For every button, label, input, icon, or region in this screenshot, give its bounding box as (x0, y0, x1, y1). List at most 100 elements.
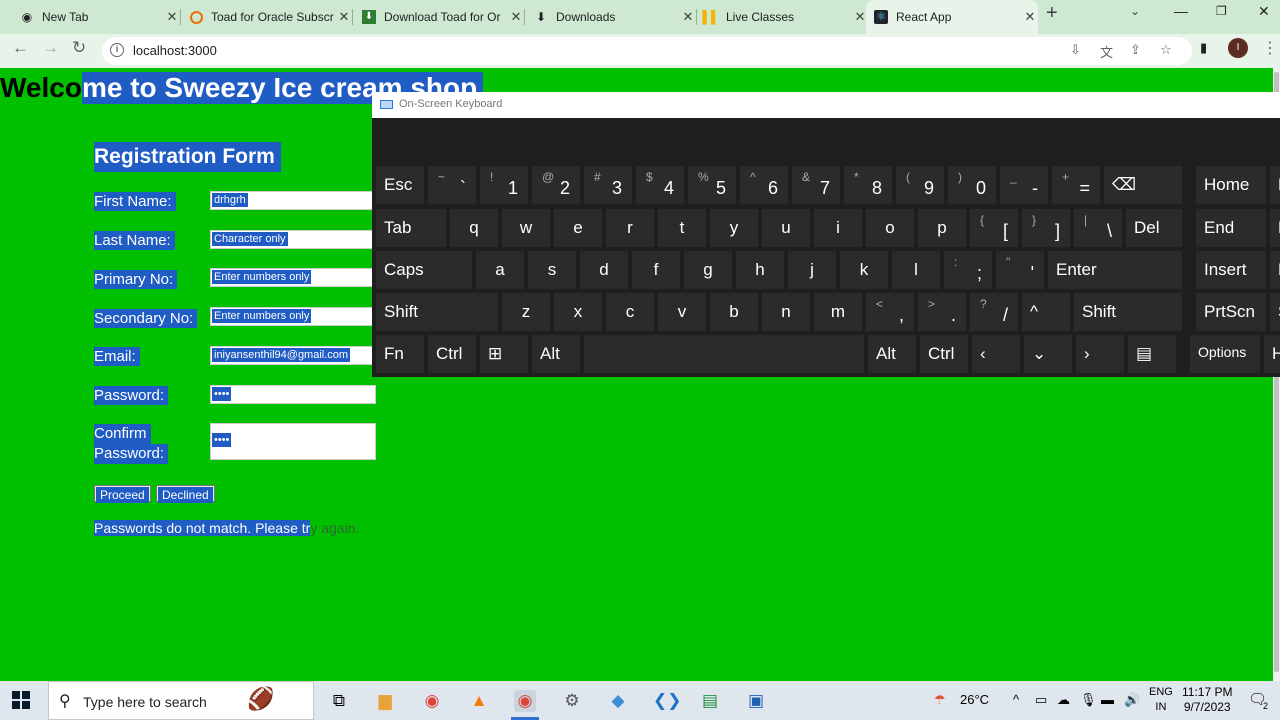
osk-key-row1-6[interactable]: % 5 (688, 166, 736, 204)
osk-key-row3-0[interactable]: Caps (376, 251, 472, 289)
osk-key-row2-9[interactable]: o (866, 209, 914, 247)
osk-title-bar[interactable]: On-Screen Keyboard (372, 92, 1280, 118)
osk-key-row1-3[interactable]: @2 (532, 166, 580, 204)
osk-key-row4-0[interactable]: Shift (376, 293, 498, 331)
file-explorer-icon[interactable]: ▆ (374, 690, 396, 712)
temperature-text[interactable]: 26°C (960, 692, 989, 707)
rdp-app-icon[interactable]: ▣ (745, 690, 767, 712)
back-arrow-icon[interactable]: ← (12, 38, 29, 58)
tab-downloads[interactable]: ⬇ Downloads ✕ (526, 0, 697, 34)
tab-toad-subscription[interactable]: Toad for Oracle Subscr ✕ (182, 0, 353, 34)
osk-key-row1-14[interactable]: ⌫ (1104, 166, 1182, 204)
task-view-icon[interactable]: ⧉ (328, 690, 350, 712)
osk-key-row2-1[interactable]: q (450, 209, 498, 247)
osk-key-row2-6[interactable]: y (710, 209, 758, 247)
proceed-button[interactable]: Proceed (94, 485, 151, 503)
osk-key-row4-12[interactable]: Shift (1074, 293, 1182, 331)
osk-key-row2-15[interactable]: End (1196, 209, 1266, 247)
osk-key-row1-0[interactable]: Esc (376, 166, 424, 204)
battery-icon[interactable]: ▬ (1101, 692, 1114, 707)
osk-key-row1-9[interactable]: * 8 (844, 166, 892, 204)
translate-icon[interactable]: 文 (1100, 42, 1113, 61)
osk-key-row2-12[interactable]: }] (1022, 209, 1070, 247)
chrome-active-taskbar-icon[interactable]: ◉ (514, 690, 536, 712)
osk-key-row3-14[interactable]: Pa (1270, 251, 1280, 289)
tab-live-classes[interactable]: ▌▌ Live Classes ✕ (698, 0, 868, 34)
first-name-input[interactable]: drhgrh (210, 191, 376, 210)
language-indicator[interactable]: ENG IN (1149, 685, 1173, 715)
tab-new-tab[interactable]: ◉ New Tab ✕ (10, 0, 181, 34)
osk-key-row2-3[interactable]: e (554, 209, 602, 247)
weather-icon[interactable]: ☂ (934, 692, 946, 708)
osk-key-row1-8[interactable]: & 7 (792, 166, 840, 204)
osk-key-row4-6[interactable]: n (762, 293, 810, 331)
osk-key-row2-7[interactable]: u (762, 209, 810, 247)
settings-app-icon[interactable]: ⚙ (561, 690, 583, 712)
osk-key-row1-5[interactable]: $4 (636, 166, 684, 204)
secondary-no-input[interactable]: Enter numbers only (210, 307, 376, 326)
url-text[interactable]: localhost:3000 (133, 43, 217, 58)
osk-key-row4-13[interactable]: PrtScn (1196, 293, 1266, 331)
osk-key-row4-5[interactable]: b (710, 293, 758, 331)
osk-key-row4-9[interactable]: >. (918, 293, 966, 331)
osk-key-row2-11[interactable]: {[ (970, 209, 1018, 247)
osk-key-row5-7[interactable]: ‹ (972, 335, 1020, 373)
new-tab-button[interactable]: + (1046, 2, 1058, 25)
profile-avatar[interactable]: I (1228, 38, 1248, 58)
bookmark-star-icon[interactable]: ☆ (1160, 42, 1172, 58)
osk-key-row5-11[interactable]: Options (1190, 335, 1260, 373)
osk-key-row5-9[interactable]: › (1076, 335, 1124, 373)
windows-start-icon[interactable] (12, 691, 30, 709)
osk-key-row3-10[interactable]: :; (944, 251, 992, 289)
osk-key-row4-8[interactable]: <, (866, 293, 914, 331)
osk-key-row2-13[interactable]: | \ (1074, 209, 1122, 247)
osk-key-row1-12[interactable]: _ - (1000, 166, 1048, 204)
osk-key-row3-12[interactable]: Enter (1048, 251, 1182, 289)
tab-download-toad[interactable]: ⬇ Download Toad for Or ✕ (354, 0, 525, 34)
osk-key-row1-2[interactable]: ! 1 (480, 166, 528, 204)
osk-key-row2-4[interactable]: r (606, 209, 654, 247)
osk-key-row1-10[interactable]: (9 (896, 166, 944, 204)
osk-key-row2-0[interactable]: Tab (376, 209, 446, 247)
close-window-icon[interactable]: ✕ (1258, 3, 1270, 20)
speaker-icon[interactable]: 🔊 (1124, 692, 1140, 708)
osk-key-row2-14[interactable]: Del (1126, 209, 1182, 247)
osk-key-row1-11[interactable]: ) 0 (948, 166, 996, 204)
info-icon[interactable]: i (110, 43, 124, 57)
share-icon[interactable]: ⇪ (1130, 42, 1141, 58)
osk-key-row3-5[interactable]: g (684, 251, 732, 289)
email-input[interactable]: iniyansenthil94@gmail.com (210, 346, 376, 365)
password-input[interactable]: •••• (210, 385, 376, 404)
osk-key-row1-13[interactable]: + = (1052, 166, 1100, 204)
cloud-icon[interactable]: ☁ (1057, 692, 1070, 708)
taskbar-clock[interactable]: 11:17 PM 9/7/2023 (1182, 685, 1232, 715)
osk-key-row2-10[interactable]: p (918, 209, 966, 247)
osk-key-row5-6[interactable]: Ctrl (920, 335, 968, 373)
menu-dots-icon[interactable]: ⋮ (1262, 38, 1278, 58)
osk-key-row4-2[interactable]: x (554, 293, 602, 331)
chrome-taskbar-icon[interactable]: ◉ (421, 690, 443, 712)
osk-key-row5-3[interactable]: Alt (532, 335, 580, 373)
osk-key-row3-6[interactable]: h (736, 251, 784, 289)
osk-key-row3-1[interactable]: a (476, 251, 524, 289)
osk-key-row1-4[interactable]: #3 (584, 166, 632, 204)
osk-key-row4-7[interactable]: m (814, 293, 862, 331)
close-icon[interactable]: ✕ (164, 9, 180, 25)
osk-key-row5-4[interactable] (584, 335, 864, 373)
osk-key-row2-2[interactable]: w (502, 209, 550, 247)
osk-key-row3-3[interactable]: d (580, 251, 628, 289)
side-panel-icon[interactable]: ▮ (1200, 40, 1207, 56)
osk-key-row1-16[interactable]: Pg (1270, 166, 1280, 204)
osk-key-row5-0[interactable]: Fn (376, 335, 424, 373)
osk-key-row3-8[interactable]: k (840, 251, 888, 289)
close-icon[interactable]: ✕ (680, 9, 696, 25)
osk-key-row5-12[interactable]: He (1264, 335, 1280, 373)
osk-key-row4-11[interactable]: ^ (1022, 293, 1070, 331)
tray-device-icon[interactable]: ▭ (1035, 692, 1047, 708)
taskbar-search-box[interactable]: ⚲ Type here to search 🏈 (48, 681, 314, 720)
reload-icon[interactable]: ↻ (72, 38, 86, 58)
osk-key-row2-16[interactable]: Pg (1270, 209, 1280, 247)
tab-search-chevron-icon[interactable]: ⌄ (1130, 4, 1140, 18)
osk-key-row1-7[interactable]: ^ 6 (740, 166, 788, 204)
osk-key-row3-11[interactable]: " ' (996, 251, 1044, 289)
